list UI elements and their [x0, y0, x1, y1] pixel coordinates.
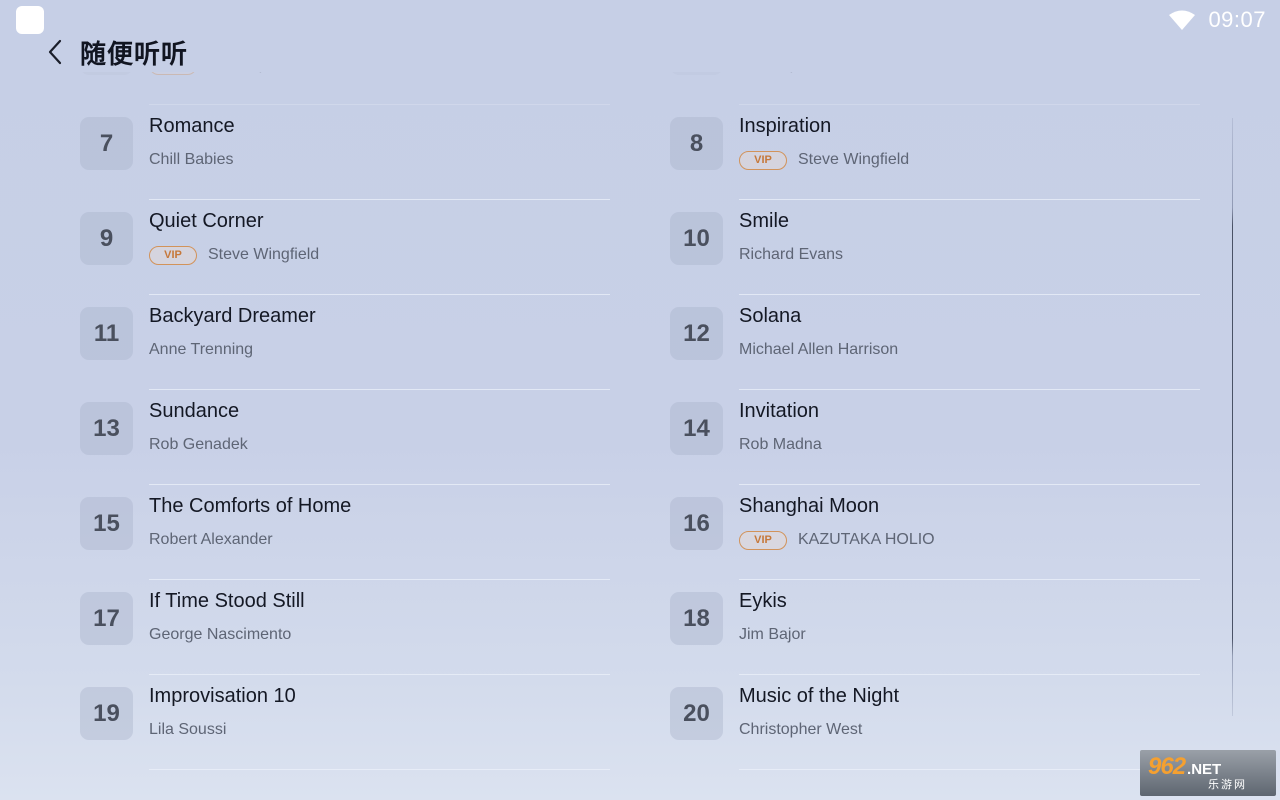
track-artist: Christopher West — [208, 72, 331, 74]
track-subtitle: Rob Madna — [739, 435, 822, 455]
track-number: 5 — [80, 72, 133, 75]
track-title: Music of the Night — [739, 685, 900, 707]
track-artist: Chill Babies — [149, 151, 234, 168]
track-item[interactable]: 12 Solana Michael Allen Harrison — [670, 295, 1200, 390]
track-number: 18 — [670, 592, 723, 645]
track-subtitle: Christopher West — [739, 72, 862, 75]
track-subtitle: Christopher West — [739, 720, 862, 740]
track-artist: Richard Evans — [739, 246, 844, 263]
track-artist: Jim Bajor — [739, 626, 806, 643]
track-artist: Christopher West — [739, 72, 862, 74]
watermark-chinese: 乐游网 — [1208, 778, 1247, 791]
track-number: 17 — [80, 592, 133, 645]
track-subtitle: George Nascimento — [149, 625, 291, 645]
scrollbar[interactable] — [1232, 118, 1233, 716]
track-item[interactable]: 14 Invitation Rob Madna — [670, 390, 1200, 485]
track-number: 9 — [80, 212, 133, 265]
track-artist: KAZUTAKA HOLIO — [798, 531, 935, 548]
track-artist: Michael Allen Harrison — [739, 341, 899, 358]
track-item[interactable]: 11 Backyard Dreamer Anne Trenning — [80, 295, 610, 390]
track-artist: Steve Wingfield — [798, 151, 910, 168]
track-artist: Lila Soussi — [149, 721, 227, 738]
divider — [739, 769, 1200, 770]
track-number: 13 — [80, 402, 133, 455]
chevron-left-icon — [48, 39, 62, 65]
track-artist: Christopher West — [739, 721, 863, 738]
track-item[interactable]: 19 Improvisation 10 Lila Soussi — [80, 675, 610, 770]
track-title: Shanghai Moon — [739, 495, 880, 517]
track-artist: Rob Madna — [739, 436, 822, 453]
track-subtitle: VIP KAZUTAKA HOLIO — [739, 530, 935, 550]
status-bar-app-icon — [16, 6, 44, 34]
vip-badge: VIP — [149, 245, 197, 265]
track-number: 8 — [670, 117, 723, 170]
track-subtitle: VIP Steve Wingfield — [739, 150, 909, 170]
track-item[interactable]: 16 Shanghai Moon VIP KAZUTAKA HOLIO — [670, 485, 1200, 580]
track-title: The Comforts of Home — [149, 495, 352, 517]
track-title: Invitation — [739, 400, 820, 422]
track-subtitle: VIP Christopher West — [149, 72, 331, 75]
track-number: 20 — [670, 687, 723, 740]
status-bar: 09:07 — [1168, 6, 1266, 34]
track-artist: Anne Trenning — [149, 341, 254, 358]
page-title: 随便听听 — [80, 39, 189, 70]
status-time: 09:07 — [1208, 7, 1266, 32]
track-subtitle: VIP Steve Wingfield — [149, 245, 319, 265]
track-item[interactable]: 15 The Comforts of Home Robert Alexander — [80, 485, 610, 580]
track-subtitle: Lila Soussi — [149, 720, 226, 740]
watermark-domain: .NET — [1187, 760, 1222, 778]
track-title: Eykis — [739, 590, 787, 612]
track-title: Smile — [739, 210, 790, 232]
track-subtitle: Rob Genadek — [149, 435, 248, 455]
vip-badge: VIP — [149, 72, 197, 75]
track-artist: Robert Alexander — [149, 531, 273, 548]
track-artist: George Nascimento — [149, 626, 292, 643]
track-subtitle: Robert Alexander — [149, 530, 273, 550]
track-item[interactable]: 9 Quiet Corner VIP Steve Wingfield — [80, 200, 610, 295]
watermark-number: 962 — [1148, 752, 1186, 780]
track-number: 14 — [670, 402, 723, 455]
track-title: Inspiration — [739, 115, 832, 137]
track-subtitle: Richard Evans — [739, 245, 843, 265]
track-item[interactable]: 6 Christopher West — [670, 72, 1200, 105]
track-item[interactable]: 13 Sundance Rob Genadek — [80, 390, 610, 485]
track-list[interactable]: 5 VIP Christopher West 6 Christopher West 7 Ro… — [0, 72, 1232, 800]
track-number: 12 — [670, 307, 723, 360]
track-subtitle: Jim Bajor — [739, 625, 806, 645]
track-subtitle: Michael Allen Harrison — [739, 340, 898, 360]
track-item[interactable]: 5 VIP Christopher West — [80, 72, 610, 105]
track-title: Romance — [149, 115, 235, 137]
track-number: 11 — [80, 307, 133, 360]
track-subtitle: Anne Trenning — [149, 340, 253, 360]
track-number: 6 — [670, 72, 723, 75]
track-item[interactable]: 10 Smile Richard Evans — [670, 200, 1200, 295]
track-item[interactable]: 20 Music of the Night Christopher West — [670, 675, 1200, 770]
track-number: 10 — [670, 212, 723, 265]
track-number: 19 — [80, 687, 133, 740]
track-number: 7 — [80, 117, 133, 170]
track-title: Backyard Dreamer — [149, 305, 316, 327]
track-title: Sundance — [149, 400, 240, 422]
watermark-logo: 962 .NET 乐游网 — [1140, 750, 1276, 796]
divider — [149, 769, 610, 770]
track-title: Solana — [739, 305, 802, 327]
track-artist: Rob Genadek — [149, 436, 248, 453]
vip-badge: VIP — [739, 150, 787, 170]
track-title: If Time Stood Still — [149, 590, 305, 612]
header: 随便听听 — [40, 32, 188, 72]
track-item[interactable]: 18 Eykis Jim Bajor — [670, 580, 1200, 675]
back-button[interactable] — [40, 32, 70, 72]
vip-badge: VIP — [739, 530, 787, 550]
track-subtitle: Chill Babies — [149, 150, 233, 170]
track-title: Improvisation 10 — [149, 685, 296, 707]
track-artist: Steve Wingfield — [208, 246, 320, 263]
track-number: 16 — [670, 497, 723, 550]
track-item[interactable]: 8 Inspiration VIP Steve Wingfield — [670, 105, 1200, 200]
track-title: Quiet Corner — [149, 210, 264, 232]
track-number: 15 — [80, 497, 133, 550]
wifi-icon — [1169, 10, 1196, 30]
track-item[interactable]: 17 If Time Stood Still George Nascimento — [80, 580, 610, 675]
track-item[interactable]: 7 Romance Chill Babies — [80, 105, 610, 200]
